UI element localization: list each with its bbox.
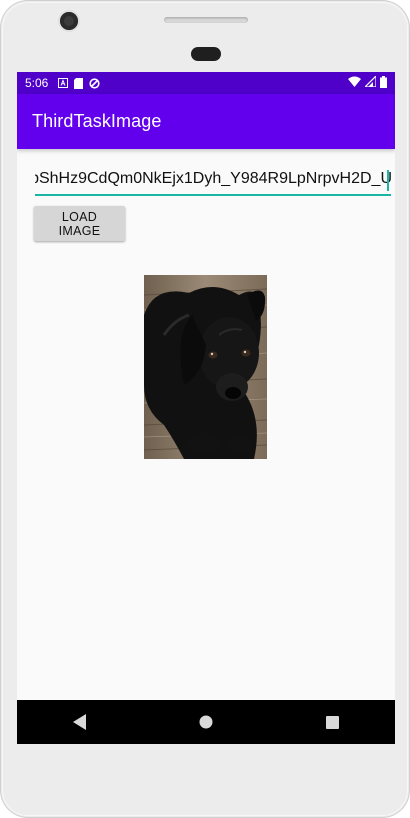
recents-icon[interactable] bbox=[312, 702, 352, 742]
url-input-underline bbox=[35, 194, 391, 196]
a-notification-icon bbox=[58, 78, 69, 88]
status-time: 5:06 bbox=[25, 76, 49, 90]
signal-icon bbox=[363, 74, 377, 90]
device-screen: 5:06 ThirdTaskImage bShHz9CdQm0NkEjx1Dyh… bbox=[17, 72, 395, 744]
battery-icon bbox=[380, 75, 387, 91]
status-bar: 5:06 bbox=[17, 72, 395, 94]
url-input-value: bShHz9CdQm0NkEjx1Dyh_Y984R9LpNrpvH2D_U bbox=[35, 170, 391, 187]
app-bar: ThirdTaskImage bbox=[17, 94, 395, 149]
navigation-bar bbox=[17, 700, 395, 744]
sd-card-icon bbox=[74, 77, 84, 89]
wifi-icon bbox=[348, 76, 361, 90]
home-icon[interactable] bbox=[186, 702, 226, 742]
sync-icon bbox=[89, 77, 100, 89]
url-input[interactable]: bShHz9CdQm0NkEjx1Dyh_Y984R9LpNrpvH2D_U bbox=[35, 167, 391, 195]
phone-frame: 5:06 ThirdTaskImage bShHz9CdQm0NkEjx1Dyh… bbox=[0, 0, 410, 818]
earpiece-speaker bbox=[164, 17, 248, 23]
status-right-group bbox=[348, 74, 387, 91]
app-title: ThirdTaskImage bbox=[32, 111, 162, 131]
load-image-button[interactable]: LOAD IMAGE bbox=[34, 206, 125, 241]
back-icon[interactable] bbox=[60, 702, 100, 742]
main-content: bShHz9CdQm0NkEjx1Dyh_Y984R9LpNrpvH2D_U L… bbox=[17, 149, 395, 700]
front-camera bbox=[60, 12, 78, 30]
loaded-image bbox=[144, 275, 267, 459]
text-cursor bbox=[387, 170, 389, 191]
proximity-sensor bbox=[191, 47, 221, 61]
